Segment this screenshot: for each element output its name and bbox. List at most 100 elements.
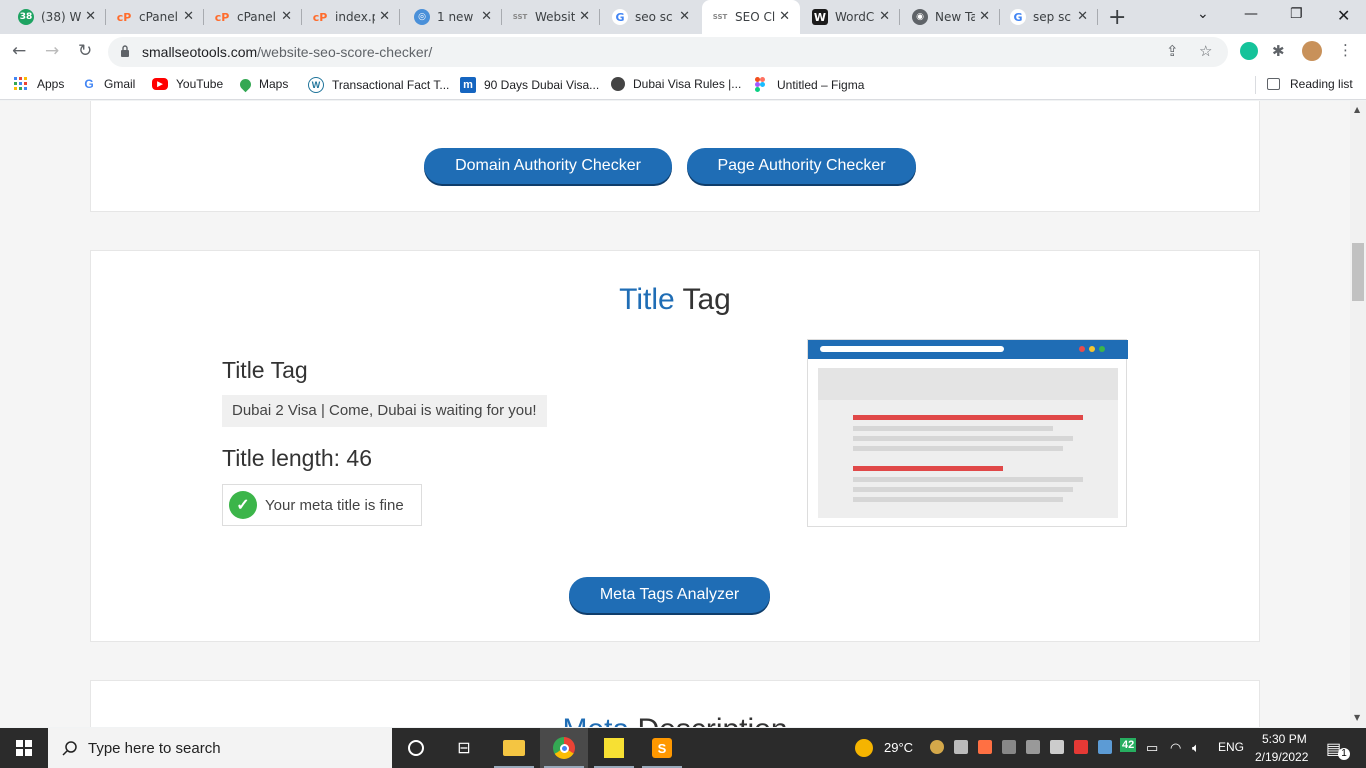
tab-wordcounter[interactable]: W WordC ✕: [802, 0, 900, 34]
page-authority-checker-button[interactable]: Page Authority Checker: [687, 148, 916, 184]
clock-date[interactable]: 2/19/2022: [1255, 750, 1308, 764]
illustration-page: [818, 368, 1118, 518]
sticky-notes-button[interactable]: [590, 728, 638, 768]
close-tab-icon[interactable]: ✕: [85, 9, 96, 24]
tray-app-icon[interactable]: [1098, 740, 1112, 754]
bookmark-label: YouTube: [176, 77, 224, 91]
close-tab-icon[interactable]: ✕: [579, 9, 590, 24]
task-view-button[interactable]: ⊟: [440, 728, 488, 768]
page-viewport: Domain Authority Checker Page Authority …: [0, 101, 1350, 727]
bookmark-90-days-visa[interactable]: m 90 Days Dubai Visa...: [460, 77, 599, 93]
back-icon[interactable]: ←: [12, 41, 26, 61]
page-scrollbar[interactable]: ▲ ▼: [1350, 101, 1366, 727]
scroll-up-icon[interactable]: ▲: [1354, 105, 1360, 114]
bookmark-transactional[interactable]: W Transactional Fact T...: [308, 77, 449, 93]
close-tab-icon[interactable]: ✕: [679, 9, 690, 24]
globe-icon: ◎: [414, 9, 430, 25]
clock-time[interactable]: 5:30 PM: [1262, 732, 1307, 746]
menu-dots-icon[interactable]: ⋮: [1338, 41, 1353, 59]
share-icon[interactable]: ⇪: [1166, 42, 1179, 60]
google-icon: G: [84, 77, 94, 91]
restore-icon[interactable]: ❐: [1290, 6, 1303, 22]
close-tab-icon[interactable]: ✕: [879, 9, 890, 24]
browser-toolbar: ← → ↻ smallseotools.com/website-seo-scor…: [0, 34, 1366, 70]
sublime-text-button[interactable]: S: [638, 728, 686, 768]
language-indicator[interactable]: ENG: [1218, 740, 1244, 754]
bookmark-label: Apps: [37, 77, 65, 91]
reading-list-button[interactable]: Reading list: [1267, 77, 1353, 91]
shield-icon[interactable]: [1074, 740, 1088, 754]
scroll-down-icon[interactable]: ▼: [1354, 713, 1360, 722]
new-tab-icon[interactable]: +: [1108, 5, 1126, 30]
maps-pin-icon: [237, 76, 254, 92]
profile-avatar[interactable]: [1302, 41, 1322, 61]
bookmark-label: Maps: [259, 77, 289, 91]
tab-title: 1 new: [437, 10, 474, 24]
meta-tags-analyzer-button[interactable]: Meta Tags Analyzer: [569, 577, 770, 613]
tab-title: (38) W: [41, 10, 81, 24]
tab-website[interactable]: SST Websit ✕: [502, 0, 600, 34]
tray-badge-42[interactable]: 42: [1120, 738, 1137, 752]
tab-1-new[interactable]: ◎ 1 new ✕: [404, 0, 502, 34]
chrome-taskbar-button[interactable]: [540, 728, 588, 768]
close-tab-icon[interactable]: ✕: [379, 9, 390, 24]
youtube-icon: ▶: [152, 78, 168, 90]
battery-icon[interactable]: ▭: [1146, 740, 1158, 756]
tab-seo-checker-active[interactable]: SST SEO Cl ✕: [702, 0, 800, 34]
domain-authority-checker-button[interactable]: Domain Authority Checker: [424, 148, 672, 184]
tab-title: cPanel: [237, 10, 276, 24]
bookmark-gmail[interactable]: G Gmail: [82, 77, 135, 91]
address-bar[interactable]: smallseotools.com/website-seo-score-chec…: [108, 37, 1228, 67]
tray-app-icon[interactable]: [1026, 740, 1040, 754]
reload-icon[interactable]: ↻: [78, 41, 92, 61]
volume-icon[interactable]: 🔈︎: [1192, 740, 1200, 756]
wifi-icon[interactable]: ◠: [1170, 740, 1181, 756]
scrollbar-thumb[interactable]: [1352, 243, 1364, 301]
taskbar-search-box[interactable]: Type here to search: [48, 728, 392, 768]
title-tag-card: Title Tag Title Tag Dubai 2 Visa | Come,…: [90, 250, 1260, 642]
url-text[interactable]: smallseotools.com/website-seo-score-chec…: [142, 44, 432, 60]
tab-seo-sc[interactable]: G seo sc ✕: [602, 0, 700, 34]
close-tab-icon[interactable]: ✕: [281, 9, 292, 24]
globe-icon: [611, 77, 625, 91]
lock-icon[interactable]: [120, 45, 130, 57]
file-explorer-button[interactable]: [490, 728, 538, 768]
close-tab-icon[interactable]: ✕: [1077, 9, 1088, 24]
tray-app-icon[interactable]: [978, 740, 992, 754]
close-tab-icon[interactable]: ✕: [979, 9, 990, 24]
close-tab-icon[interactable]: ✕: [481, 9, 492, 24]
cortana-button[interactable]: [392, 728, 440, 768]
tray-app-icon[interactable]: [1050, 740, 1064, 754]
bookmark-dubai-visa-rules[interactable]: Dubai Visa Rules |...: [611, 77, 741, 91]
bookmark-apps[interactable]: Apps: [14, 77, 64, 91]
tab-sep-sc[interactable]: G sep sc ✕: [1000, 0, 1098, 34]
tab-cpanel-1[interactable]: cP cPanel ✕: [106, 0, 204, 34]
minimize-icon[interactable]: —: [1244, 6, 1258, 22]
tab-title: seo sc: [635, 10, 673, 24]
grammarly-icon[interactable]: [1240, 42, 1258, 60]
bookmark-figma[interactable]: Untitled – Figma: [755, 77, 864, 92]
tab-cpanel-2[interactable]: cP cPanel ✕: [204, 0, 302, 34]
figma-icon: [755, 77, 765, 92]
weather-sun-icon[interactable]: [855, 739, 873, 757]
meet-icon[interactable]: [954, 740, 968, 754]
tab-search-chevron-icon[interactable]: ⌄: [1197, 6, 1209, 22]
bookmark-maps[interactable]: Maps: [237, 76, 289, 92]
tab-whatsapp[interactable]: 38 (38) W ✕: [8, 0, 106, 34]
tab-index[interactable]: cP index.p ✕: [302, 0, 400, 34]
close-tab-icon[interactable]: ✕: [779, 9, 790, 24]
bookmark-youtube[interactable]: ▶ YouTube: [152, 77, 223, 91]
bookmark-star-icon[interactable]: ☆: [1199, 42, 1212, 60]
close-window-icon[interactable]: ✕: [1337, 6, 1350, 25]
tray-app-icon[interactable]: [1002, 740, 1016, 754]
wordpress-icon: W: [308, 77, 324, 93]
weather-temperature[interactable]: 29°C: [884, 740, 913, 755]
forward-icon[interactable]: →: [45, 41, 59, 61]
bookmark-label: 90 Days Dubai Visa...: [484, 78, 600, 92]
close-tab-icon[interactable]: ✕: [183, 9, 194, 24]
tab-new-tab[interactable]: ◉ New Ta ✕: [902, 0, 1000, 34]
extensions-puzzle-icon[interactable]: ✱: [1272, 42, 1285, 60]
tab-title: WordC: [835, 10, 875, 24]
windows-start-icon[interactable]: [16, 740, 32, 756]
tray-app-icon[interactable]: [930, 740, 944, 754]
